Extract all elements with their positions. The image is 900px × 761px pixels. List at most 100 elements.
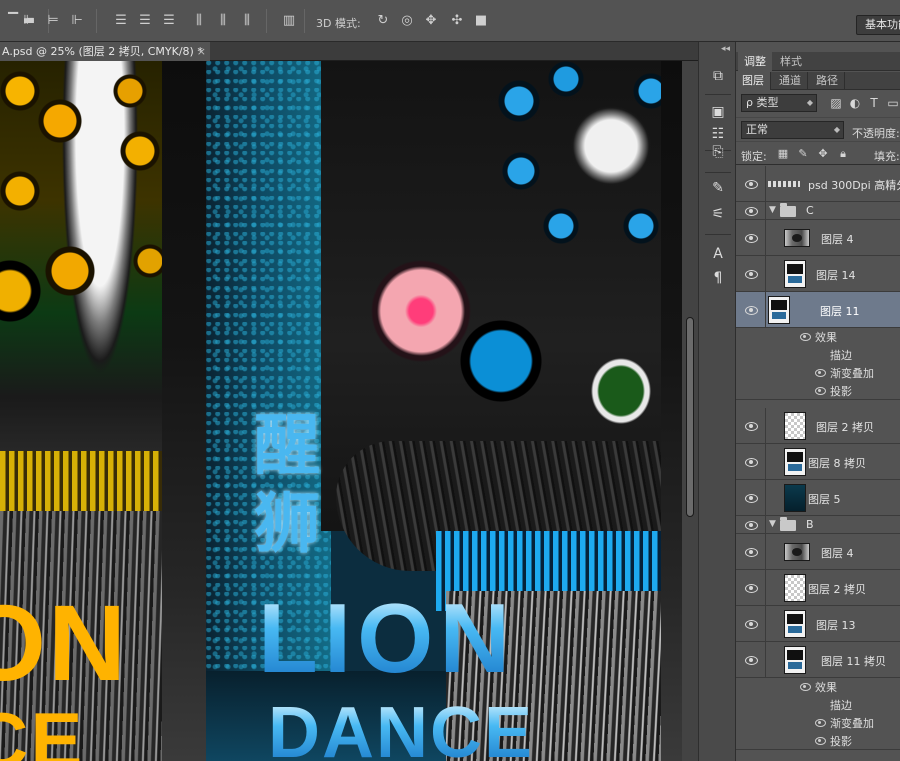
layer-row[interactable]: 图层 5 xyxy=(736,480,900,516)
brush-presets-icon[interactable]: ⚟ xyxy=(708,204,728,224)
lock-transparent-icon[interactable]: ▦ xyxy=(777,148,789,160)
visibility-eye-icon[interactable] xyxy=(745,583,758,593)
shape-filter-icon[interactable]: ▭ xyxy=(886,96,900,110)
slide-3d-icon[interactable]: ✣ xyxy=(448,12,466,30)
lock-pixels-icon[interactable]: ✎ xyxy=(797,148,809,160)
workspace-switcher[interactable]: 基本功能 xyxy=(856,15,900,35)
visibility-eye-icon[interactable] xyxy=(745,269,758,279)
toolbar-separator xyxy=(96,9,97,33)
properties-icon[interactable]: ☷ xyxy=(708,124,728,144)
visibility-eye-icon[interactable] xyxy=(745,493,758,503)
layer-row[interactable]: 图层 13 xyxy=(736,606,900,642)
pan-3d-icon[interactable]: ✥ xyxy=(422,12,440,30)
brush-icon[interactable]: ✎ xyxy=(708,178,728,198)
effect-visibility-eye-icon[interactable] xyxy=(815,719,826,727)
disclosure-triangle-icon[interactable]: ▼ xyxy=(769,205,776,215)
effect-drop-shadow[interactable]: 投影 xyxy=(830,733,852,749)
canvas-vertical-scrollbar[interactable] xyxy=(682,61,698,761)
effect-gradient-overlay[interactable]: 渐变叠加 xyxy=(830,365,874,381)
layer-row[interactable]: 图层 11 拷贝 xyxy=(736,642,900,678)
effects-visibility-eye-icon[interactable] xyxy=(800,683,811,691)
lock-all-icon[interactable]: 🔒︎ xyxy=(837,148,849,160)
tab-adjustments[interactable]: 调整 xyxy=(738,52,772,71)
effect-stroke[interactable]: 描边 xyxy=(830,347,852,363)
distribute-top-icon[interactable]: ☰ xyxy=(112,12,130,30)
scrollbar-thumb[interactable] xyxy=(686,317,694,517)
artboard-left-word-1: ON xyxy=(0,582,128,703)
character-icon[interactable]: A xyxy=(708,244,728,264)
tab-styles[interactable]: 样式 xyxy=(774,52,808,71)
layers-list[interactable]: psd 300Dpi 高精分层 ▼ C 图层 4 xyxy=(736,166,900,761)
scale-3d-icon[interactable]: ■ xyxy=(472,12,490,30)
close-tab-icon[interactable]: × xyxy=(197,42,206,61)
layer-row[interactable]: 图层 8 拷贝 xyxy=(736,444,900,480)
blend-mode-select[interactable]: 正常 ◆ xyxy=(741,121,844,139)
layer-row[interactable]: 图层 2 拷贝 xyxy=(736,408,900,444)
row-divider xyxy=(765,408,766,443)
effect-gradient-overlay[interactable]: 渐变叠加 xyxy=(830,715,874,731)
layer-row[interactable]: psd 300Dpi 高精分层 xyxy=(736,166,900,202)
effect-drop-shadow[interactable]: 投影 xyxy=(830,383,852,399)
align-center-icon[interactable]: ⊨ xyxy=(44,12,62,30)
layer-row[interactable]: 图层 2 拷贝 xyxy=(736,570,900,606)
tab-layers[interactable]: 图层 xyxy=(736,72,771,90)
row-divider xyxy=(765,570,766,605)
layer-group-row[interactable]: ▼ B xyxy=(736,516,900,534)
pixel-filter-icon[interactable]: ▨ xyxy=(829,96,843,110)
visibility-eye-icon[interactable] xyxy=(745,520,758,530)
layer-name: 图层 14 xyxy=(816,269,856,282)
distribute-h-right-icon[interactable]: ⫼ xyxy=(238,12,256,30)
layer-thumbnail xyxy=(784,412,806,440)
tab-channels[interactable]: 通道 xyxy=(773,72,808,90)
visibility-eye-icon[interactable] xyxy=(745,547,758,557)
layer-row-selected[interactable]: 图层 11 xyxy=(736,292,900,328)
type-filter-icon[interactable]: T xyxy=(867,96,881,110)
align-right-icon[interactable]: ⊩ xyxy=(68,12,86,30)
document-tab[interactable]: A.psd @ 25% (图层 2 拷贝, CMYK/8) * × xyxy=(0,42,210,61)
visibility-eye-icon[interactable] xyxy=(745,619,758,629)
history-icon[interactable]: ⧉ xyxy=(708,66,728,86)
effect-stroke[interactable]: 描边 xyxy=(830,697,852,713)
row-divider xyxy=(765,444,766,479)
distribute-h-left-icon[interactable]: ⫼ xyxy=(190,12,208,30)
layer-filter-select[interactable]: ρ 类型 ◆ xyxy=(741,94,817,112)
layer-row[interactable]: 图层 4 xyxy=(736,534,900,570)
lock-label: 锁定: xyxy=(741,150,767,163)
distribute-middle-icon[interactable]: ☰ xyxy=(136,12,154,30)
artboard-left-word-2: CE xyxy=(0,696,85,761)
canvas-area[interactable]: ON CE 醒 狮 LION DANCE xyxy=(0,61,682,761)
tab-paths[interactable]: 路径 xyxy=(810,72,845,90)
document-tab-title: A.psd @ 25% (图层 2 拷贝, CMYK/8) * xyxy=(2,45,203,58)
effects-visibility-eye-icon[interactable] xyxy=(800,333,811,341)
visibility-eye-icon[interactable] xyxy=(745,457,758,467)
auto-align-icon[interactable]: ▥ xyxy=(280,12,298,30)
clone-source-icon[interactable]: ⎘ xyxy=(708,142,728,162)
rotate-3d-icon[interactable]: ↻ xyxy=(374,12,392,30)
align-left-icon[interactable]: ⊫ xyxy=(20,12,38,30)
visibility-eye-icon[interactable] xyxy=(745,179,758,189)
lock-position-icon[interactable]: ✥ xyxy=(817,148,829,160)
visibility-eye-icon[interactable] xyxy=(745,421,758,431)
chinese-title-char-1: 醒 xyxy=(254,406,320,484)
effect-visibility-eye-icon[interactable] xyxy=(815,387,826,395)
adjustment-filter-icon[interactable]: ◐ xyxy=(848,96,862,110)
effect-visibility-eye-icon[interactable] xyxy=(815,369,826,377)
disclosure-triangle-icon[interactable]: ▼ xyxy=(769,519,776,529)
3d-cube-icon[interactable]: ▣ xyxy=(708,102,728,122)
layer-name: 图层 4 xyxy=(821,547,854,560)
layer-group-row[interactable]: ▼ C xyxy=(736,202,900,220)
distribute-h-center-icon[interactable]: ⫼ xyxy=(214,12,232,30)
visibility-eye-icon[interactable] xyxy=(745,233,758,243)
visibility-eye-icon[interactable] xyxy=(745,305,758,315)
visibility-eye-icon[interactable] xyxy=(745,655,758,665)
row-divider xyxy=(765,480,766,515)
visibility-eye-icon[interactable] xyxy=(745,206,758,216)
effect-visibility-eye-icon[interactable] xyxy=(815,737,826,745)
strip-divider xyxy=(705,94,731,95)
paragraph-icon[interactable]: ¶ xyxy=(708,268,728,288)
roll-3d-icon[interactable]: ◎ xyxy=(398,12,416,30)
distribute-bottom-icon[interactable]: ☰ xyxy=(160,12,178,30)
layer-row[interactable]: 图层 4 xyxy=(736,220,900,256)
layer-row[interactable]: 图层 14 xyxy=(736,256,900,292)
collapse-panels-icon[interactable]: ◂◂ xyxy=(721,44,730,54)
